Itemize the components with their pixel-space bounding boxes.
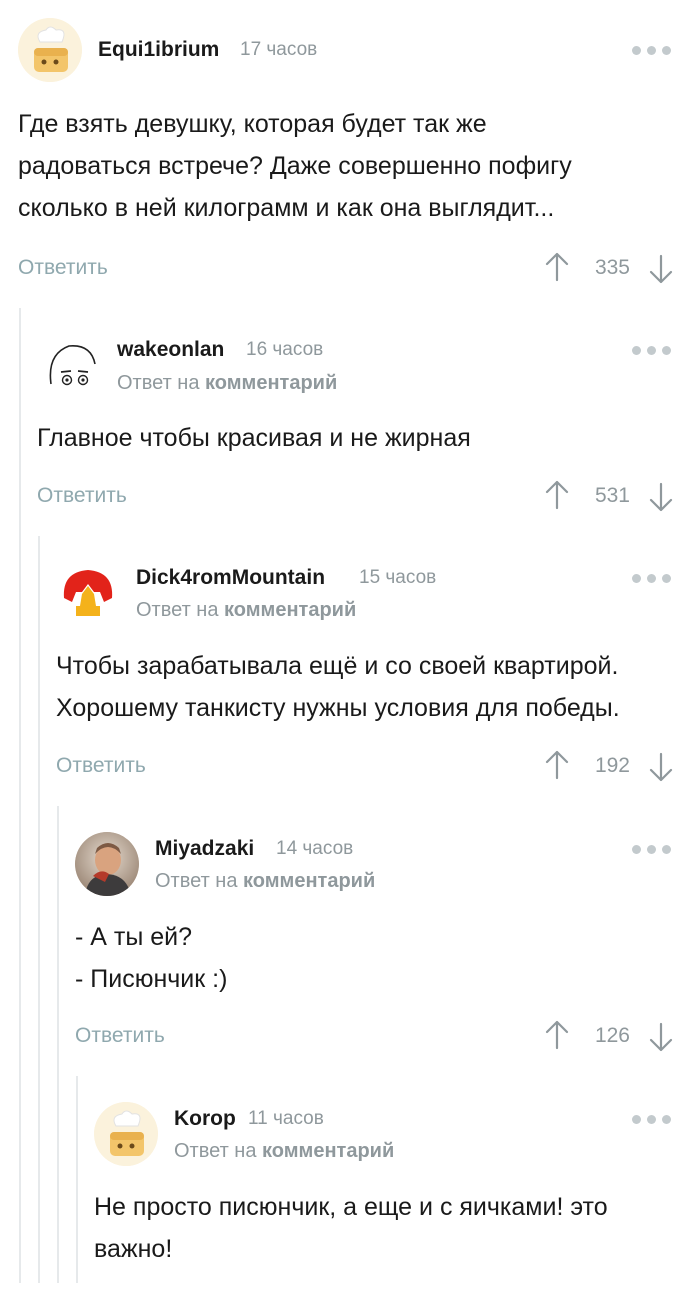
comment-text-line: важно! <box>94 1235 173 1263</box>
comment-text-line: Не просто писюнчик, а еще и с яичками! э… <box>94 1193 608 1221</box>
comment: Korop 11 часов Ответ на комментарий Не п… <box>0 0 700 1291</box>
comment-time: 11 часов <box>248 1108 324 1129</box>
chef-toast-avatar-icon[interactable] <box>94 1102 158 1166</box>
more-options-icon[interactable] <box>632 1113 672 1125</box>
comment-author[interactable]: Korop <box>174 1107 236 1131</box>
parent-comment-link[interactable]: комментарий <box>262 1140 394 1162</box>
reply-to-prefix: Ответ на <box>174 1140 257 1162</box>
reply-to-label: Ответ на комментарий <box>174 1140 394 1163</box>
